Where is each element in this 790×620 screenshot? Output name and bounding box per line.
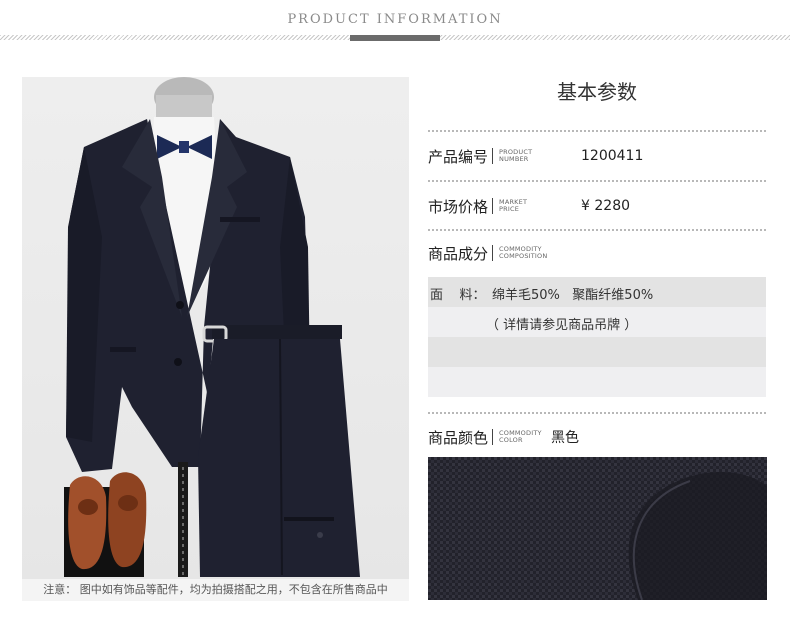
separator (492, 148, 494, 164)
material-note: （ 详情请参见商品吊牌 ） (486, 318, 638, 333)
divider (428, 229, 766, 231)
composition-en-label: COMMODITY COMPOSITION (499, 245, 548, 260)
params-title: 基本参数 (557, 80, 637, 104)
fabric-swatch (428, 457, 767, 600)
product-number-label: 产品编号 (428, 147, 489, 166)
composition-label: 商品成分 (428, 244, 489, 263)
separator (492, 245, 494, 261)
material-label: 面 料： (430, 288, 486, 303)
separator (492, 429, 494, 445)
market-price-en-label: MARKET PRICE (499, 198, 528, 213)
divider (428, 412, 766, 414)
composition-row: 商品成分 COMMODITY COMPOSITION (428, 242, 559, 264)
material-value: 绵羊毛50% 聚酯纤维50% (492, 288, 654, 303)
material-empty-row (428, 337, 766, 367)
header-accent-bar (350, 35, 440, 41)
material-empty-row (428, 367, 766, 397)
divider (428, 180, 766, 182)
suit-image (64, 77, 360, 577)
market-price-value: ¥ 2280 (581, 198, 631, 214)
color-row: 商品颜色 COMMODITY COLOR 黑色 (428, 426, 579, 448)
product-number-row: 产品编号 PRODUCT NUMBER 1200411 (428, 145, 643, 167)
material-row: 面 料： 绵羊毛50% 聚酯纤维50% (428, 277, 766, 307)
color-en-label: COMMODITY COLOR (499, 429, 542, 444)
separator (492, 198, 494, 214)
product-number-en-label: PRODUCT NUMBER (499, 148, 533, 163)
section-title: PRODUCT INFORMATION (287, 12, 503, 27)
divider (428, 130, 766, 132)
photo-disclaimer: 注意： 图中如有饰品等配件，均为拍摄搭配之用，不包含在所售商品中 (22, 579, 409, 601)
market-price-label: 市场价格 (428, 197, 489, 216)
color-label: 商品颜色 (428, 428, 489, 447)
product-number-value: 1200411 (581, 148, 644, 164)
color-value: 黑色 (551, 430, 580, 446)
product-photo: 注意： 图中如有饰品等配件，均为拍摄搭配之用，不包含在所售商品中 (22, 77, 409, 601)
shoes-image (64, 472, 147, 577)
material-note-row: （ 详情请参见商品吊牌 ） (428, 307, 766, 337)
market-price-row: 市场价格 MARKET PRICE ¥ 2280 (428, 195, 630, 217)
